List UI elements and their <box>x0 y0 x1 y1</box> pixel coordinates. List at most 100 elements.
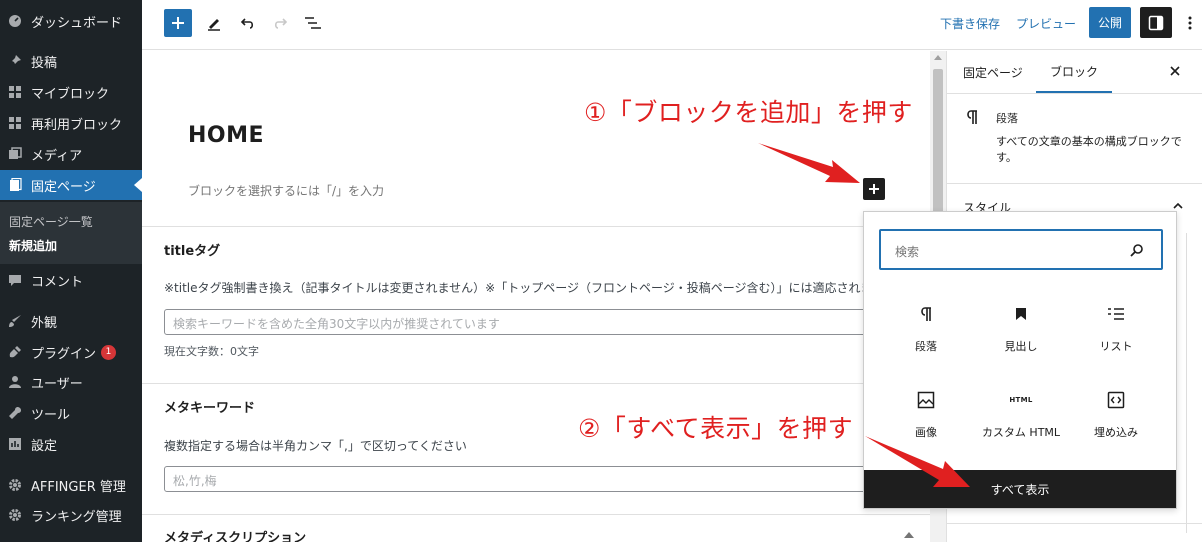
chevron-up-icon[interactable] <box>1173 203 1183 209</box>
sidebar-item-my-blocks[interactable]: マイブロック <box>0 77 142 107</box>
sidebar-item-affinger[interactable]: AFFINGER 管理 <box>0 470 142 500</box>
sidebar-item-plugins[interactable]: プラグイン 1 <box>0 337 142 367</box>
sidebar-item-label: 投稿 <box>31 55 58 71</box>
sidebar-item-pages[interactable]: 固定ページ <box>0 170 142 200</box>
block-label: リスト <box>1099 340 1133 353</box>
sidebar-item-dashboard[interactable]: ダッシュボード <box>0 6 142 36</box>
pin-icon <box>8 54 22 68</box>
title-tag-heading: titleタグ <box>164 244 221 259</box>
bookmark-icon <box>1011 304 1031 324</box>
sidebar-item-label: ユーザー <box>31 376 83 392</box>
meta-keywords-panel: メタキーワード 複数指定する場合は半角カンマ「,」で区切ってください 松,竹,梅 <box>142 383 930 514</box>
plugin-icon <box>8 345 22 359</box>
gear-icon <box>8 508 22 522</box>
save-draft-button[interactable]: 下書き保存 <box>940 15 1000 32</box>
sidebar-item-ranking[interactable]: ランキング管理 <box>0 500 142 530</box>
paragraph-icon <box>916 304 936 324</box>
paragraph-icon <box>967 110 977 124</box>
document-overview-button[interactable] <box>299 9 327 37</box>
block-label: 段落 <box>915 340 937 353</box>
gear-icon <box>8 478 22 492</box>
sidebar-item-label: コメント <box>31 274 84 290</box>
list-view-icon <box>305 17 321 29</box>
image-icon <box>916 390 936 410</box>
publish-button[interactable]: 公開 <box>1089 7 1131 38</box>
meta-keywords-input[interactable]: 松,竹,梅 <box>164 466 924 492</box>
style-variations-edge <box>1179 233 1187 533</box>
search-icon <box>1130 244 1143 257</box>
inserter-block-list[interactable]: リスト <box>1068 304 1164 374</box>
list-icon <box>1106 304 1126 324</box>
add-block-toggle-button[interactable] <box>164 9 192 37</box>
block-label: カスタム HTML <box>981 426 1061 439</box>
meta-keywords-description: 複数指定する場合は半角カンマ「,」で区切ってください <box>164 439 467 453</box>
sidebar-icon <box>1148 15 1164 30</box>
block-search-input[interactable]: 検索 <box>879 229 1163 270</box>
settings-toggle-button[interactable] <box>1140 7 1172 38</box>
html-icon-text: HTML <box>1009 396 1033 404</box>
sidebar-item-posts[interactable]: 投稿 <box>0 46 142 76</box>
preview-button[interactable]: プレビュー <box>1016 15 1076 32</box>
meta-description-heading: メタディスクリプション <box>164 531 307 542</box>
sidebar-item-label: 設定 <box>31 438 58 454</box>
meta-keywords-heading: メタキーワード <box>164 401 256 416</box>
inline-add-block-button[interactable] <box>863 178 885 200</box>
browse-all-button[interactable]: すべて表示 <box>864 470 1176 508</box>
sidebar-item-label: 外観 <box>31 315 58 331</box>
quick-inserter-popover: 検索 段落 見出し リスト 画像 HTML カスタム HTML 埋め込み すべて… <box>863 211 1177 509</box>
undo-button[interactable] <box>234 9 262 37</box>
redo-icon <box>274 18 288 29</box>
sidebar-item-label: ツール <box>31 407 71 423</box>
inserter-block-image[interactable]: 画像 <box>878 390 974 460</box>
title-tag-input[interactable]: 検索キーワードを含めた全角30文字以内が推奨されています <box>164 309 924 335</box>
block-label: 埋め込み <box>1094 426 1138 439</box>
sidebar-item-reusable-blocks[interactable]: 再利用ブロック <box>0 108 142 138</box>
scroll-up-arrow-icon[interactable] <box>934 55 942 60</box>
inserter-block-heading[interactable]: 見出し <box>973 304 1069 374</box>
sidebar-item-label: メディア <box>31 148 83 164</box>
inserter-block-paragraph[interactable]: 段落 <box>878 304 974 374</box>
tab-page[interactable]: 固定ページ <box>963 51 1023 93</box>
redo-button[interactable] <box>266 9 294 37</box>
page-icon <box>8 178 22 192</box>
pages-submenu: 固定ページ一覧 新規追加 <box>0 202 142 264</box>
sidebar-item-appearance[interactable]: 外観 <box>0 306 142 336</box>
inserter-block-embed[interactable]: 埋め込み <box>1068 390 1164 460</box>
user-icon <box>8 375 22 389</box>
sidebar-item-label: プラグイン <box>31 346 97 362</box>
annotation-step-2: ②「すべて表示」を押す <box>578 414 854 443</box>
comment-icon <box>8 273 22 287</box>
inserter-block-custom-html[interactable]: HTML カスタム HTML <box>973 390 1069 460</box>
collapse-arrow-icon[interactable] <box>904 531 914 539</box>
sidebar-item-label: 再利用ブロック <box>31 117 123 133</box>
title-tag-char-count: 現在文字数：0文字 <box>164 345 259 358</box>
page-title[interactable]: HOME <box>188 123 264 148</box>
sidebar-item-comments[interactable]: コメント <box>0 265 142 295</box>
sidebar-item-label: ダッシュボード <box>31 15 123 31</box>
submenu-all-pages[interactable]: 固定ページ一覧 <box>9 213 93 230</box>
empty-block-placeholder[interactable]: ブロックを選択するには「/」を入力 <box>188 182 384 199</box>
block-card-divider <box>947 183 1202 184</box>
search-placeholder: 検索 <box>895 245 920 259</box>
options-menu-button[interactable] <box>1182 12 1198 34</box>
embed-icon <box>1106 390 1126 410</box>
sidebar-item-label: マイブロック <box>31 86 110 102</box>
media-icon <box>8 147 22 161</box>
sidebar-item-users[interactable]: ユーザー <box>0 367 142 397</box>
plus-icon <box>172 17 184 29</box>
plugin-update-badge: 1 <box>101 344 117 360</box>
edit-tool-button[interactable] <box>200 9 228 37</box>
sidebar-item-label: 固定ページ <box>31 179 96 195</box>
undo-icon <box>240 18 254 29</box>
plus-icon <box>869 184 879 194</box>
sidebar-item-label: AFFINGER 管理 <box>31 479 126 495</box>
wrench-icon <box>8 406 22 420</box>
title-tag-description: ※titleタグ強制書き換え（記事タイトルは変更されません）※「トップページ（フ… <box>164 281 873 295</box>
sidebar-item-settings[interactable]: 設定 <box>0 429 142 459</box>
grid-icon <box>8 116 22 130</box>
tab-block[interactable]: ブロック <box>1036 51 1113 93</box>
close-icon[interactable] <box>1167 63 1183 79</box>
sidebar-item-tools[interactable]: ツール <box>0 398 142 428</box>
sidebar-item-media[interactable]: メディア <box>0 139 142 169</box>
submenu-add-new[interactable]: 新規追加 <box>9 237 57 254</box>
